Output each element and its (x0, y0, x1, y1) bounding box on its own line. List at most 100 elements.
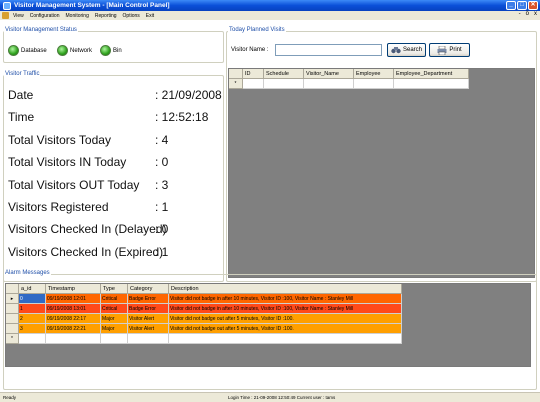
traffic-row-expired: Visitors Checked In (Expired) : 1 (8, 241, 168, 263)
alarm-type-cell[interactable]: Major (101, 314, 128, 324)
col-a-id[interactable]: a_id (19, 284, 46, 294)
status-bar: Ready Login Time : 21-09-2008 12:50:49 C… (0, 392, 540, 402)
menu-monitoring[interactable]: Monitoring (66, 13, 89, 19)
alarm-grid[interactable]: a_id Timestamp Type Category Description… (5, 283, 531, 367)
visitor-name-input[interactable] (275, 44, 382, 56)
alarm-category-cell[interactable]: Badge Error (128, 304, 169, 314)
planned-rowhead-corner (229, 69, 243, 79)
col-category[interactable]: Category (128, 284, 169, 294)
date-label: Date (8, 88, 34, 102)
status-bin-label: Bin (113, 47, 122, 54)
alarm-id-cell[interactable]: 3 (19, 324, 46, 334)
col-timestamp[interactable]: Timestamp (46, 284, 101, 294)
col-description[interactable]: Description (169, 284, 402, 294)
alarm-timestamp-cell[interactable]: 09/19/2008 22:17 (46, 314, 101, 324)
binoculars-icon (391, 47, 401, 54)
main-panel: Visitor Management Status Database Netwo… (0, 21, 540, 392)
col-schedule[interactable]: Schedule (264, 69, 304, 79)
col-id[interactable]: ID (243, 69, 264, 79)
alarm-type-cell[interactable]: Major (101, 324, 128, 334)
print-button[interactable]: Print (429, 43, 470, 57)
alarm-id-cell[interactable]: 2 (19, 314, 46, 324)
alarm-description-cell[interactable]: Visitor did not badge out after 5 minute… (169, 314, 402, 324)
alarm-category-cell[interactable]: Visitor Alert (128, 314, 169, 324)
alarm-timestamp-cell[interactable]: 09/19/2008 13:01 (46, 304, 101, 314)
status-ready-text: Ready (3, 395, 17, 400)
alarm-row-marker (6, 324, 19, 334)
traffic-group-title: Visitor Traffic (4, 71, 41, 77)
network-status-icon (57, 45, 68, 56)
maximize-button[interactable]: □ (517, 1, 527, 10)
table-row[interactable]: 1 09/19/2008 13:01 Critical Badge Error … (6, 304, 402, 314)
status-network: Network (57, 45, 92, 56)
app-icon (3, 1, 11, 10)
table-cell[interactable] (101, 334, 128, 344)
table-cell[interactable] (19, 334, 46, 344)
visitors-out-value: : 3 (155, 178, 169, 192)
alarm-category-cell[interactable]: Badge Error (128, 294, 169, 304)
table-cell[interactable] (169, 334, 402, 344)
col-visitor-name[interactable]: Visitor_Name (304, 69, 354, 79)
search-button[interactable]: Search (387, 43, 426, 57)
alarm-category-cell[interactable]: Visitor Alert (128, 324, 169, 334)
table-cell[interactable] (304, 79, 354, 89)
login-info-text: Login Time : 21-09-2008 12:50:49 Current… (228, 395, 336, 400)
table-cell[interactable] (243, 79, 264, 89)
alarms-group-title: Alarm Messages (4, 270, 51, 276)
menu-bar: View Configuration Monitoring Reporting … (0, 11, 540, 21)
alarm-type-cell[interactable]: Critical (101, 304, 128, 314)
window-controls: _ □ ✕ (506, 1, 538, 10)
status-database-label: Database (21, 47, 47, 54)
traffic-row-total: Total Visitors Today : 4 (8, 129, 168, 151)
alarm-timestamp-cell[interactable]: 09/19/2008 22:21 (46, 324, 101, 334)
alarm-new-row[interactable]: * (6, 334, 402, 344)
total-visitors-value: : 4 (155, 133, 169, 147)
menu-options[interactable]: Options (123, 13, 140, 19)
menu-exit[interactable]: Exit (146, 13, 154, 19)
table-cell[interactable] (264, 79, 304, 89)
alarm-rowhead-corner (6, 284, 19, 294)
mdi-child-icon[interactable] (2, 12, 9, 19)
alarm-description-cell[interactable]: Visitor did not badge in after 10 minute… (169, 304, 402, 314)
time-label: Time (8, 110, 35, 124)
delayed-value: : 0 (155, 222, 169, 236)
close-button[interactable]: ✕ (528, 1, 538, 10)
search-button-label: Search (402, 47, 422, 53)
alarm-id-cell[interactable]: 0 (19, 294, 46, 304)
alarm-id-cell[interactable]: 1 (19, 304, 46, 314)
menu-configuration[interactable]: Configuration (30, 13, 60, 19)
minimize-button[interactable]: _ (506, 1, 516, 10)
traffic-row-time: Time : 12:52:18 (8, 106, 208, 128)
alarm-description-cell[interactable]: Visitor did not badge in after 10 minute… (169, 294, 402, 304)
visitors-in-label: Total Visitors IN Today (8, 155, 127, 169)
alarm-timestamp-cell[interactable]: 09/19/2008 12:01 (46, 294, 101, 304)
table-cell[interactable] (128, 334, 169, 344)
mdi-restore-button[interactable]: ö (526, 11, 529, 17)
visitors-out-label: Total Visitors OUT Today (8, 178, 140, 192)
traffic-row-registered: Visitors Registered : 1 (8, 196, 168, 218)
planned-new-row[interactable]: * (229, 79, 469, 89)
mdi-minimize-button[interactable]: - (519, 11, 521, 17)
database-status-icon (8, 45, 19, 56)
table-row[interactable]: ▸ 0 09/19/2008 12:01 Critical Badge Erro… (6, 294, 402, 304)
table-cell[interactable] (394, 79, 469, 89)
alarm-description-cell[interactable]: Visitor did not badge out after 5 minute… (169, 324, 402, 334)
traffic-row-in: Total Visitors IN Today : 0 (8, 151, 168, 173)
table-row[interactable]: 3 09/19/2008 22:21 Major Visitor Alert V… (6, 324, 402, 334)
planned-new-row-marker: * (229, 79, 243, 89)
mdi-controls: - ö x (519, 11, 537, 17)
table-cell[interactable] (46, 334, 101, 344)
planned-visits-grid[interactable]: ID Schedule Visitor_Name Employee Employ… (228, 68, 535, 278)
table-row[interactable]: 2 09/19/2008 22:17 Major Visitor Alert V… (6, 314, 402, 324)
bin-status-icon (100, 45, 111, 56)
col-type[interactable]: Type (101, 284, 128, 294)
menu-view[interactable]: View (13, 13, 24, 19)
expired-value: : 1 (155, 245, 169, 259)
alarm-type-cell[interactable]: Critical (101, 294, 128, 304)
table-cell[interactable] (354, 79, 394, 89)
menu-reporting[interactable]: Reporting (95, 13, 117, 19)
col-employee[interactable]: Employee (354, 69, 394, 79)
mdi-close-button[interactable]: x (534, 11, 537, 17)
col-employee-department[interactable]: Employee_Department (394, 69, 469, 79)
alarm-row-marker (6, 304, 19, 314)
